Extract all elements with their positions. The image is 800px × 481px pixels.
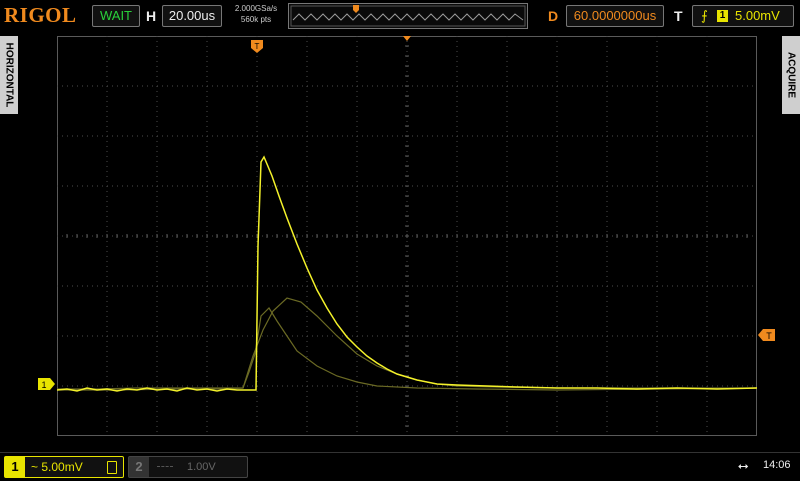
memory-overview — [290, 5, 526, 27]
memory-position-bar[interactable] — [288, 3, 528, 29]
horizontal-menu-label: HORIZONTAL — [3, 42, 15, 108]
timebase-value[interactable]: 20.00us — [162, 5, 222, 27]
acquisition-status-badge: WAIT — [92, 5, 140, 27]
channel-2-coupling-icon — [157, 466, 173, 467]
acquire-menu-tab[interactable]: ACQUIRE — [782, 36, 800, 114]
trigger-level-marker-label: T — [766, 331, 772, 341]
trigger-settings[interactable]: ⨍ 1 5.00mV — [692, 5, 794, 27]
acquire-menu-label: ACQUIRE — [785, 51, 797, 99]
memory-depth: 560k pts — [240, 15, 272, 24]
sample-info: 2.000GSa/s 560k pts — [228, 3, 284, 25]
memory-waveform-thumbnail — [292, 13, 524, 21]
trigger-level: 5.00mV — [735, 8, 780, 23]
trigger-position-label: T — [255, 42, 260, 51]
memory-trigger-marker-icon — [353, 5, 359, 13]
channel-1-number: 1 — [5, 457, 25, 477]
trigger-level-marker[interactable]: T — [758, 328, 776, 342]
rising-edge-icon: ⨍ — [701, 8, 708, 23]
horizontal-menu-tab[interactable]: HORIZONTAL — [0, 36, 18, 114]
trigger-label: T — [674, 8, 683, 24]
channel-1-probe-icon — [107, 461, 117, 474]
channel-2-button[interactable]: 2 1.00V — [128, 456, 248, 478]
horizontal-label: H — [146, 8, 157, 24]
channel-1-coupling-icon: ~ — [31, 460, 39, 474]
channel-1-scale: 5.00mV — [41, 460, 83, 474]
usb-icon: ⭤ — [738, 458, 749, 473]
brand-logo: RIGOL — [4, 3, 77, 27]
delay-label: D — [548, 8, 559, 24]
channel-1-offset-label: 1 — [41, 380, 46, 390]
top-status-bar: RIGOL WAIT H 20.00us 2.000GSa/s 560k pts… — [0, 0, 800, 30]
channel-1-offset-marker[interactable]: 1 — [38, 377, 56, 391]
channel-1-settings: ~ 5.00mV — [31, 457, 83, 477]
system-clock: 14:06 — [763, 459, 791, 471]
channel-2-scale: 1.00V — [187, 461, 216, 473]
channel-2-number: 2 — [129, 457, 149, 477]
sample-rate: 2.000GSa/s — [234, 4, 278, 13]
channel-1-button[interactable]: 1 ~ 5.00mV — [4, 456, 124, 478]
trigger-source-badge: 1 — [717, 10, 728, 22]
delay-value[interactable]: 60.0000000us — [566, 5, 664, 27]
memory-window — [290, 5, 526, 27]
waveform-display[interactable]: T — [57, 36, 757, 436]
